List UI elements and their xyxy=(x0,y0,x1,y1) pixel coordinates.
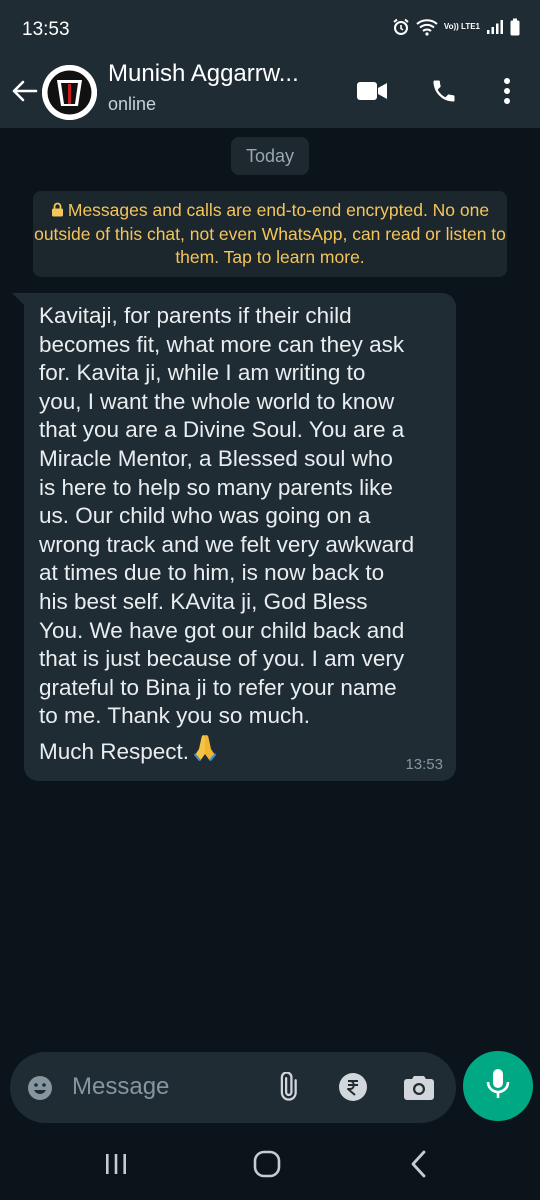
back-arrow-icon[interactable] xyxy=(8,74,42,108)
chat-header: Munish Aggarrw... online xyxy=(0,60,540,128)
wifi-icon xyxy=(416,18,438,36)
voice-call-icon[interactable] xyxy=(427,74,461,108)
message-bubble[interactable]: Kavitaji, for parents if their child bec… xyxy=(12,293,456,781)
mic-button[interactable] xyxy=(463,1051,533,1121)
battery-icon xyxy=(510,18,520,36)
status-icons: Vo)) LTE1 xyxy=(392,18,520,36)
message-time: 13:53 xyxy=(405,756,443,773)
status-time: 13:53 xyxy=(22,19,70,40)
message-composer xyxy=(10,1052,456,1123)
chat-area[interactable]: Today Messages and calls are end-to-end … xyxy=(0,128,540,1128)
avatar[interactable] xyxy=(42,65,97,120)
date-chip: Today xyxy=(231,137,309,175)
contact-status: online xyxy=(108,94,157,114)
encryption-notice[interactable]: Messages and calls are end-to-end encryp… xyxy=(33,191,507,277)
sign-off-text: Much Respect. xyxy=(39,739,190,764)
video-call-icon[interactable] xyxy=(355,74,389,108)
mic-icon xyxy=(485,1067,511,1106)
system-nav-bar xyxy=(0,1128,540,1200)
message-input[interactable] xyxy=(72,1064,252,1110)
encryption-text: Messages and calls are end-to-end encryp… xyxy=(34,200,506,267)
bubble-tail xyxy=(12,293,26,307)
network-label: Vo)) LTE1 xyxy=(443,22,480,31)
message-sign-off: Much Respect. xyxy=(39,733,219,769)
contact-name[interactable]: Munish Aggarrw... xyxy=(108,60,299,88)
home-icon[interactable] xyxy=(247,1148,287,1180)
folded-hands-icon xyxy=(191,733,219,769)
alarm-icon xyxy=(392,18,410,36)
lock-icon xyxy=(51,200,64,223)
rupee-payment-icon[interactable] xyxy=(336,1070,370,1104)
more-options-icon[interactable] xyxy=(490,74,524,108)
emoji-icon[interactable] xyxy=(26,1074,54,1102)
attach-icon[interactable] xyxy=(270,1070,304,1104)
signal-icon xyxy=(486,19,504,35)
message-text: Kavitaji, for parents if their child bec… xyxy=(39,303,415,729)
camera-icon[interactable] xyxy=(402,1070,436,1104)
back-nav-icon[interactable] xyxy=(399,1148,439,1180)
status-bar: 13:53 Vo)) LTE1 xyxy=(0,0,540,60)
recent-apps-icon[interactable] xyxy=(96,1148,136,1180)
